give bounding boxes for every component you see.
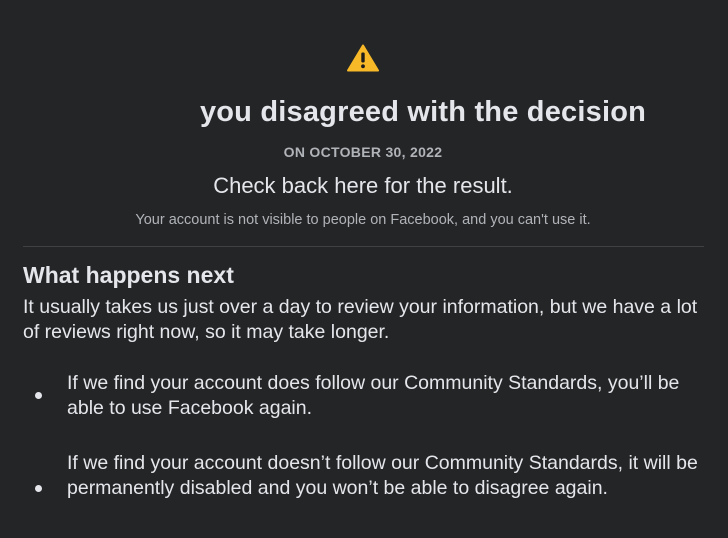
warning-icon [347,44,379,72]
visibility-note: Your account is not visible to people on… [135,212,591,228]
list-item: If we find your account doesn’t follow o… [67,452,698,499]
check-back-message: Check back here for the result. [213,173,513,198]
status-date: ON OCTOBER 30, 2022 [283,144,443,160]
list-item: If we find your account does follow our … [67,372,680,419]
section-title: What happens next [23,262,234,288]
bullet-dot [35,392,42,399]
bullet-dot [35,485,42,492]
intro-paragraph: It usually takes us just over a day to r… [23,296,698,343]
divider [23,246,704,247]
status-headline: you disagreed with the decision [199,96,647,128]
